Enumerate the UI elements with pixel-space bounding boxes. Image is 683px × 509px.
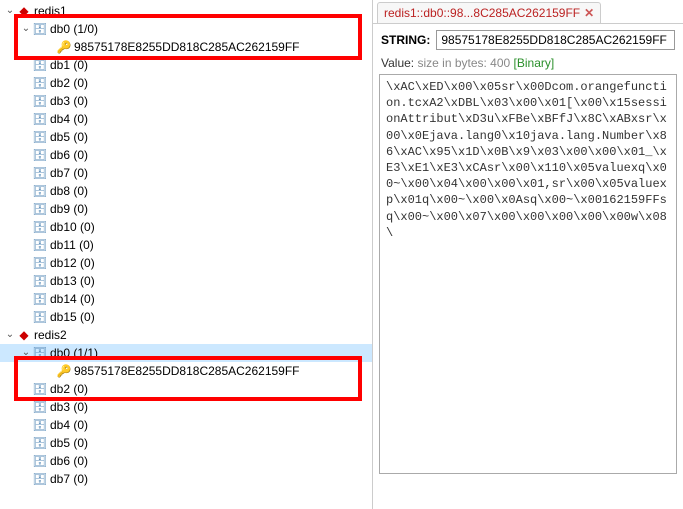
database-icon: 🗄	[32, 56, 48, 74]
detail-pane: redis1::db0::98...8C285AC262159FF ✕ STRI…	[373, 0, 683, 509]
key-row: STRING:	[373, 24, 683, 56]
db-node[interactable]: 🗄db2 (0)	[0, 380, 372, 398]
binary-tag: [Binary]	[514, 56, 555, 70]
server-node[interactable]: ⌄◆redis2	[0, 326, 372, 344]
db-label: db6 (0)	[48, 452, 88, 470]
db-label: db3 (0)	[48, 398, 88, 416]
db-node[interactable]: ⌄🗄db0 (1/0)	[0, 20, 372, 38]
db-node[interactable]: 🗄db13 (0)	[0, 272, 372, 290]
database-icon: 🗄	[32, 74, 48, 92]
server-label: redis2	[32, 326, 67, 344]
key-icon: 🔑	[56, 362, 72, 380]
db-label: db1 (0)	[48, 56, 88, 74]
database-icon: 🗄	[32, 344, 48, 362]
tab-title: redis1::db0::98...8C285AC262159FF	[384, 6, 580, 20]
db-node[interactable]: 🗄db8 (0)	[0, 182, 372, 200]
connection-tree[interactable]: ⌄◆redis1⌄🗄db0 (1/0)🔑98575178E8255DD818C2…	[0, 0, 373, 509]
server-node[interactable]: ⌄◆redis1	[0, 2, 372, 20]
database-icon: 🗄	[32, 20, 48, 38]
db-label: db5 (0)	[48, 128, 88, 146]
db-label: db14 (0)	[48, 290, 95, 308]
db-label: db6 (0)	[48, 146, 88, 164]
db-node[interactable]: ⌄🗄db0 (1/1)	[0, 344, 372, 362]
db-label: db5 (0)	[48, 434, 88, 452]
value-meta: Value: size in bytes: 400 [Binary]	[373, 56, 683, 74]
server-icon: ◆	[16, 326, 32, 344]
chevron-down-icon[interactable]: ⌄	[20, 20, 32, 38]
database-icon: 🗄	[32, 164, 48, 182]
database-icon: 🗄	[32, 128, 48, 146]
db-node[interactable]: 🗄db7 (0)	[0, 470, 372, 488]
db-node[interactable]: 🗄db5 (0)	[0, 434, 372, 452]
database-icon: 🗄	[32, 272, 48, 290]
database-icon: 🗄	[32, 452, 48, 470]
database-icon: 🗄	[32, 218, 48, 236]
database-icon: 🗄	[32, 254, 48, 272]
close-icon[interactable]: ✕	[584, 6, 594, 20]
db-label: db15 (0)	[48, 308, 95, 326]
server-icon: ◆	[16, 2, 32, 20]
db-label: db11 (0)	[48, 236, 94, 254]
database-icon: 🗄	[32, 416, 48, 434]
key-node[interactable]: 🔑98575178E8255DD818C285AC262159FF	[0, 38, 372, 56]
tab-strip: redis1::db0::98...8C285AC262159FF ✕	[373, 0, 683, 24]
db-node[interactable]: 🗄db4 (0)	[0, 110, 372, 128]
database-icon: 🗄	[32, 290, 48, 308]
database-icon: 🗄	[32, 110, 48, 128]
tab-key[interactable]: redis1::db0::98...8C285AC262159FF ✕	[377, 2, 601, 23]
db-label: db13 (0)	[48, 272, 95, 290]
db-label: db4 (0)	[48, 110, 88, 128]
db-node[interactable]: 🗄db15 (0)	[0, 308, 372, 326]
db-label: db12 (0)	[48, 254, 95, 272]
db-label: db2 (0)	[48, 74, 88, 92]
db-node[interactable]: 🗄db7 (0)	[0, 164, 372, 182]
database-icon: 🗄	[32, 146, 48, 164]
database-icon: 🗄	[32, 308, 48, 326]
db-node[interactable]: 🗄db3 (0)	[0, 398, 372, 416]
chevron-down-icon[interactable]: ⌄	[4, 326, 16, 344]
database-icon: 🗄	[32, 380, 48, 398]
db-node[interactable]: 🗄db6 (0)	[0, 146, 372, 164]
chevron-down-icon[interactable]: ⌄	[4, 2, 16, 20]
db-label: db4 (0)	[48, 416, 88, 434]
key-node[interactable]: 🔑98575178E8255DD818C285AC262159FF	[0, 362, 372, 380]
db-label: db7 (0)	[48, 470, 88, 488]
db-label: db7 (0)	[48, 164, 88, 182]
database-icon: 🗄	[32, 434, 48, 452]
database-icon: 🗄	[32, 200, 48, 218]
database-icon: 🗄	[32, 236, 48, 254]
key-input[interactable]	[436, 30, 675, 50]
db-label: db0 (1/0)	[48, 20, 98, 38]
db-label: db8 (0)	[48, 182, 88, 200]
db-node[interactable]: 🗄db11 (0)	[0, 236, 372, 254]
db-label: db0 (1/1)	[48, 344, 98, 362]
database-icon: 🗄	[32, 92, 48, 110]
chevron-down-icon[interactable]: ⌄	[20, 344, 32, 362]
db-node[interactable]: 🗄db1 (0)	[0, 56, 372, 74]
db-node[interactable]: 🗄db14 (0)	[0, 290, 372, 308]
value-hex[interactable]: \xAC\xED\x00\x05sr\x00Dcom.orangefunctio…	[379, 74, 677, 474]
db-node[interactable]: 🗄db5 (0)	[0, 128, 372, 146]
db-node[interactable]: 🗄db2 (0)	[0, 74, 372, 92]
key-label: 98575178E8255DD818C285AC262159FF	[72, 38, 300, 56]
database-icon: 🗄	[32, 470, 48, 488]
size-hint: size in bytes: 400	[417, 56, 510, 70]
db-node[interactable]: 🗄db6 (0)	[0, 452, 372, 470]
key-icon: 🔑	[56, 38, 72, 56]
db-label: db2 (0)	[48, 380, 88, 398]
db-node[interactable]: 🗄db9 (0)	[0, 200, 372, 218]
db-node[interactable]: 🗄db10 (0)	[0, 218, 372, 236]
db-label: db3 (0)	[48, 92, 88, 110]
db-node[interactable]: 🗄db3 (0)	[0, 92, 372, 110]
db-node[interactable]: 🗄db4 (0)	[0, 416, 372, 434]
type-label: STRING:	[381, 33, 430, 47]
db-label: db10 (0)	[48, 218, 95, 236]
database-icon: 🗄	[32, 182, 48, 200]
server-label: redis1	[32, 2, 67, 20]
value-label: Value:	[381, 56, 414, 70]
key-label: 98575178E8255DD818C285AC262159FF	[72, 362, 300, 380]
database-icon: 🗄	[32, 398, 48, 416]
db-label: db9 (0)	[48, 200, 88, 218]
db-node[interactable]: 🗄db12 (0)	[0, 254, 372, 272]
